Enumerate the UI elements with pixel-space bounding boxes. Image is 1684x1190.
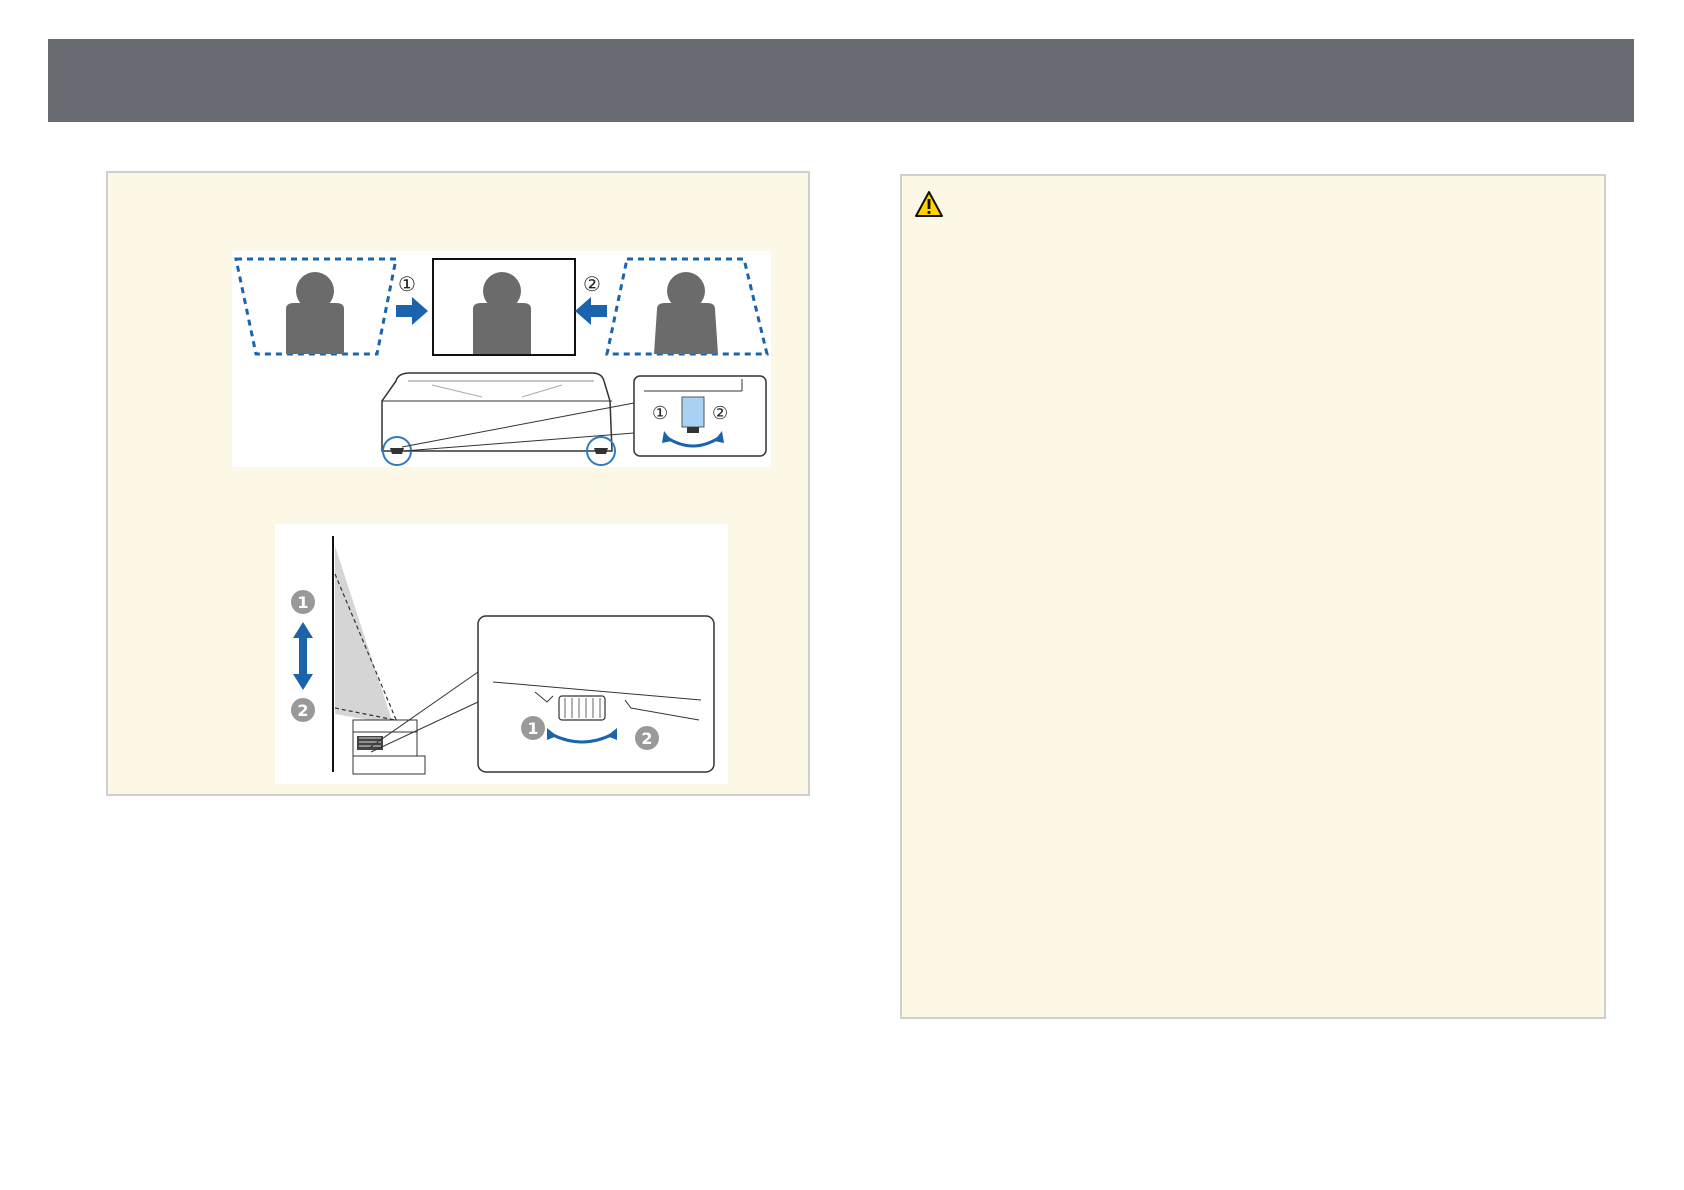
dial-step-2-number: 2 (641, 729, 652, 748)
dial-step-1-number: 1 (527, 719, 538, 738)
rear-foot-detail-callout (477, 615, 715, 773)
foot-step-1-label: ① (652, 403, 668, 424)
step-2-number: 2 (297, 701, 308, 720)
right-arrow-icon (396, 297, 428, 325)
warning-box (900, 174, 1606, 1019)
header-bar (48, 39, 1634, 122)
warning-triangle-icon (915, 191, 943, 217)
vertical-double-arrow-icon (293, 622, 313, 690)
step-1-label: ① (398, 272, 416, 296)
adjustable-foot-icon (681, 396, 705, 428)
projector-illustration (381, 372, 613, 452)
tilt-adjustment-illustration: 1 2 1 2 (291, 536, 715, 775)
projector-side-illustration (352, 719, 426, 775)
left-arrow-icon (575, 297, 607, 325)
keystone-adjustment-figure: ① ② ① ② (232, 251, 771, 467)
step-1-number: 1 (297, 593, 308, 612)
rear-foot-dial-icon (558, 695, 606, 721)
foot-step-2-label: ② (712, 403, 728, 424)
projection-beam (335, 546, 393, 724)
keystone-adjustment-illustration: ① ② ① ② (234, 257, 769, 466)
tilt-adjustment-figure: 1 2 1 2 (275, 524, 728, 784)
step-2-label: ② (583, 272, 601, 296)
note-box: ① ② ① ② 1 2 1 2 (106, 171, 810, 796)
